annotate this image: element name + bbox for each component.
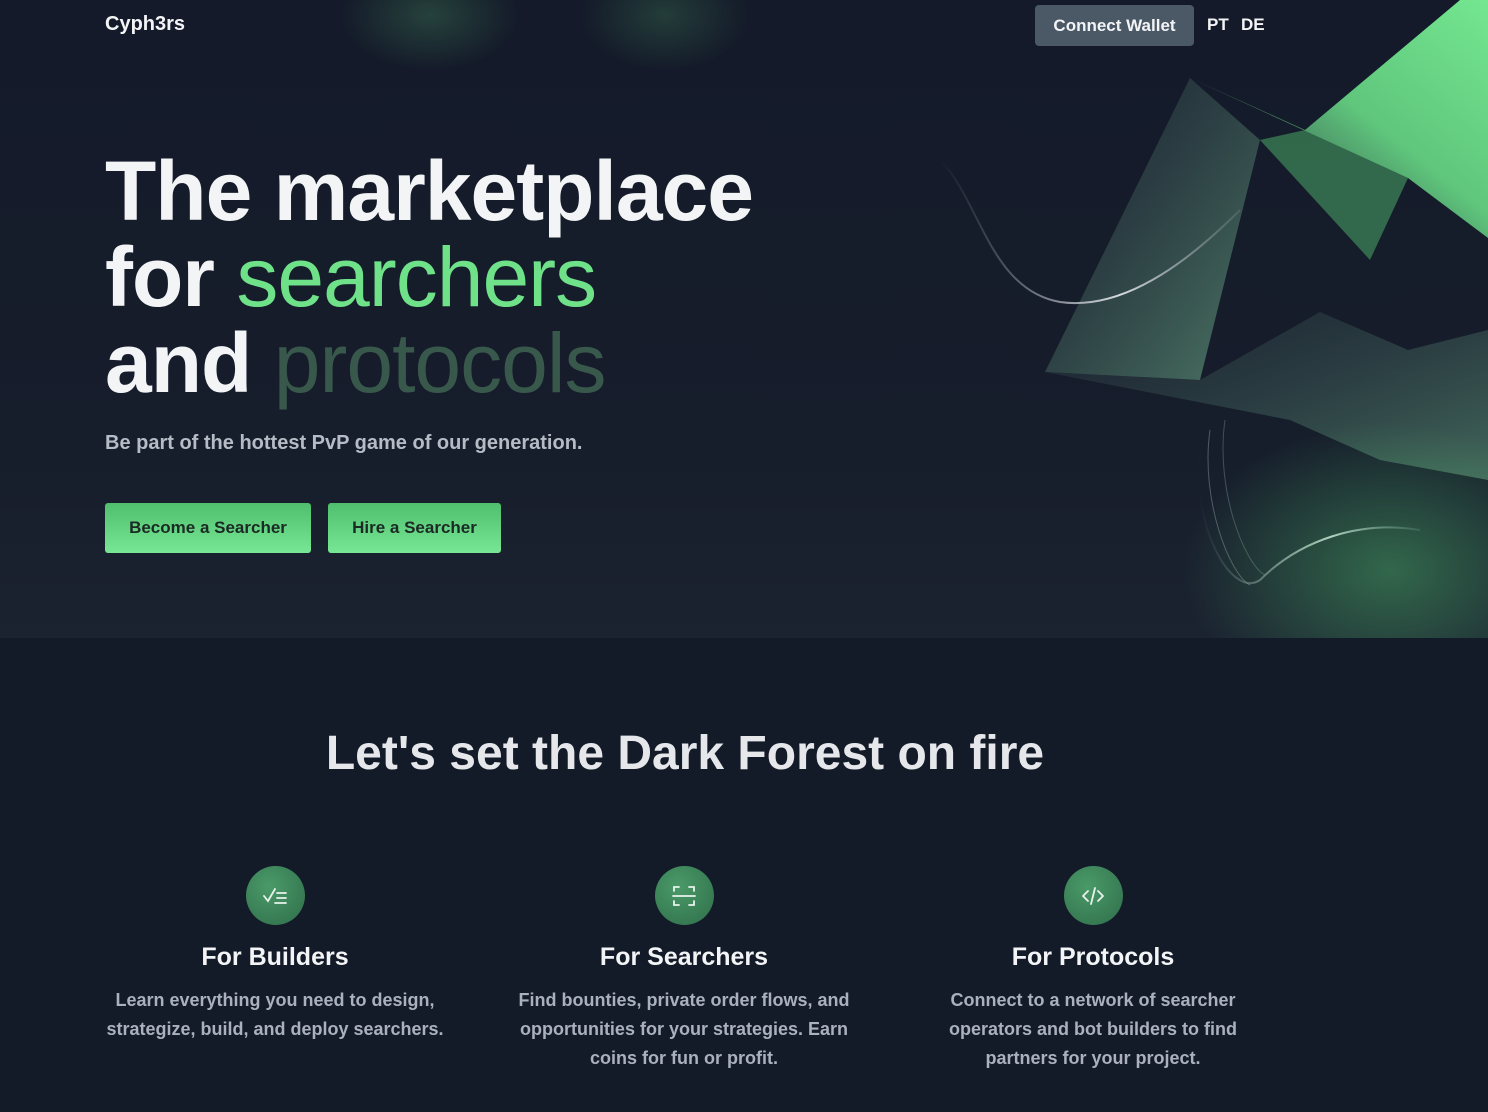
features-section: Let's set the Dark Forest on fire For Bu… bbox=[0, 638, 1488, 1112]
feature-description: Find bounties, private order flows, and … bbox=[518, 990, 850, 1068]
headline-accent-protocols: protocols bbox=[273, 316, 607, 410]
feature-protocols: For Protocols Connect to a network of se… bbox=[908, 866, 1278, 1073]
headline-accent-searchers: searchers bbox=[236, 230, 597, 324]
hero-subtitle: Be part of the hottest PvP game of our g… bbox=[105, 432, 583, 454]
section-title: Let's set the Dark Forest on fire bbox=[325, 727, 1045, 780]
connect-wallet-button[interactable]: Connect Wallet bbox=[1035, 5, 1194, 46]
hero-headline: The marketplace for searchers and protoc… bbox=[105, 144, 754, 406]
become-searcher-button[interactable]: Become a Searcher bbox=[105, 503, 311, 553]
code-icon bbox=[1063, 866, 1123, 925]
glow-decoration bbox=[1180, 420, 1488, 638]
headline-line-1: The marketplace bbox=[105, 144, 754, 238]
headline-word-for: for bbox=[105, 230, 215, 324]
headline-line-2: for searchers bbox=[105, 234, 753, 320]
glow-decoration bbox=[580, 0, 750, 70]
scan-icon bbox=[654, 866, 714, 925]
feature-title: For Searchers bbox=[599, 943, 769, 971]
language-de-link[interactable]: DE bbox=[1241, 15, 1265, 35]
feature-title: For Builders bbox=[201, 943, 349, 971]
language-pt-link[interactable]: PT bbox=[1207, 15, 1229, 35]
hero-section: Cyph3rs Connect Wallet PT DE The marketp… bbox=[0, 0, 1488, 638]
feature-searchers: For Searchers Find bounties, private ord… bbox=[499, 866, 869, 1073]
headline-word-and: and bbox=[105, 316, 252, 410]
hire-searcher-button[interactable]: Hire a Searcher bbox=[328, 503, 501, 553]
glow-decoration bbox=[340, 0, 520, 70]
feature-description: Learn everything you need to design, str… bbox=[106, 990, 444, 1039]
feature-builders: For Builders Learn everything you need t… bbox=[90, 866, 460, 1044]
feature-title: For Protocols bbox=[1011, 943, 1175, 971]
feature-description: Connect to a network of searcher operato… bbox=[949, 990, 1237, 1068]
headline-line-3: and protocols bbox=[105, 320, 753, 406]
brand-logo[interactable]: Cyph3rs bbox=[105, 13, 185, 36]
checklist-icon bbox=[245, 866, 305, 925]
